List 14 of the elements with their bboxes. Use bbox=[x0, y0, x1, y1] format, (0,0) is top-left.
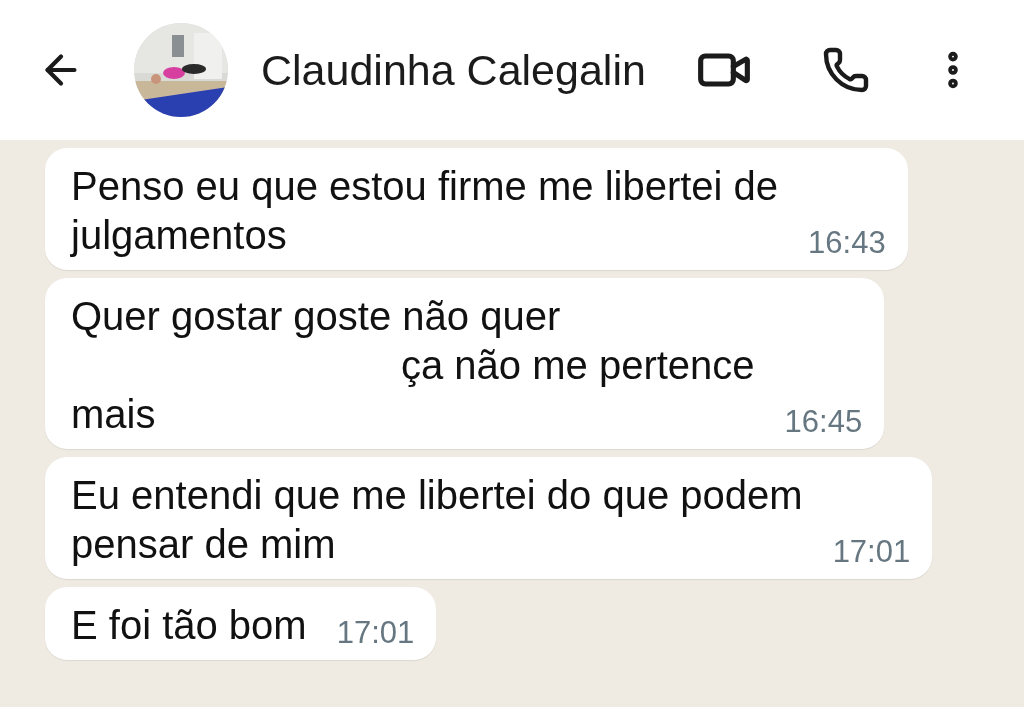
phone-icon[interactable] bbox=[821, 46, 870, 94]
message-time: 16:45 bbox=[784, 405, 863, 439]
message-text: julgamentos bbox=[71, 212, 287, 259]
message-time: 17:01 bbox=[832, 535, 911, 569]
contact-name[interactable]: Claudinha Calegalin bbox=[261, 45, 646, 95]
message-text: E foi tão bom bbox=[71, 602, 307, 649]
message-text: Eu entendi que me libertei do que podem bbox=[71, 472, 803, 519]
message-time: 17:01 bbox=[336, 616, 415, 650]
message-text: Penso eu que estou firme me libertei de bbox=[71, 163, 779, 210]
message-time: 16:43 bbox=[808, 226, 886, 260]
message-text: Quer gostar goste não quer bbox=[71, 293, 561, 340]
message-text: ça não me pertence bbox=[401, 342, 755, 389]
message-text: pensar de mim bbox=[71, 521, 336, 568]
message-text: mais bbox=[71, 391, 156, 438]
